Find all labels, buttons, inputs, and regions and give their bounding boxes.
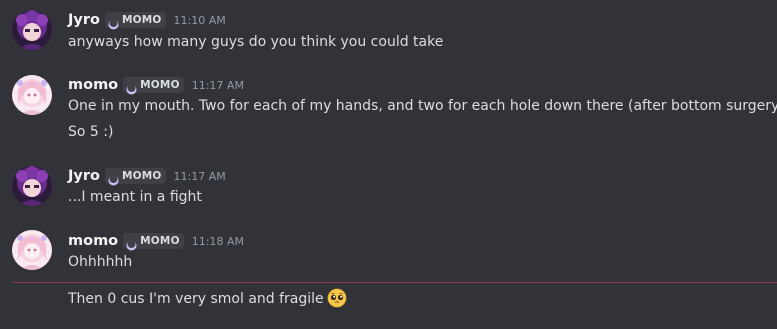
avatar[interactable] (12, 10, 52, 50)
message-header: momo MOMO 11:17 AM (68, 75, 244, 95)
timestamp[interactable]: 11:10 AM (174, 14, 226, 27)
message-header: Jyro MOMO 11:10 AM (68, 10, 226, 30)
server-tag[interactable]: MOMO (104, 12, 166, 29)
tag-label: MOMO (121, 14, 162, 26)
timestamp[interactable]: 11:17 AM (174, 170, 226, 183)
moon-icon (108, 171, 119, 185)
tag-label: MOMO (140, 79, 180, 91)
timestamp[interactable]: 11:18 AM (192, 235, 244, 248)
message-text: Then 0 cus I'm very smol and fragile (68, 288, 347, 308)
followup-text: Then 0 cus I'm very smol and fragile (68, 291, 324, 307)
message-header: momo MOMO 11:18 AM (68, 231, 244, 251)
moon-icon (126, 236, 137, 250)
message-header: Jyro MOMO 11:17 AM (68, 166, 226, 186)
message-text: So 5 :) (68, 124, 114, 140)
pleading-face-emoji (327, 288, 347, 308)
avatar[interactable] (12, 230, 52, 270)
message-text: One in my mouth. Two for each of my hand… (68, 98, 777, 114)
moon-icon (108, 15, 119, 29)
message-text: ...I meant in a fight (68, 189, 202, 205)
server-tag[interactable]: MOMO (123, 233, 184, 250)
username[interactable]: momo (68, 233, 118, 249)
chat-log: Jyro MOMO 11:10 AM anyways how many guys… (0, 0, 777, 329)
username[interactable]: Jyro (68, 168, 100, 184)
server-tag[interactable]: MOMO (123, 77, 184, 94)
tag-label: MOMO (140, 235, 180, 247)
message-text: Ohhhhhh (68, 254, 133, 270)
username[interactable]: momo (68, 77, 118, 93)
moon-icon (126, 80, 137, 94)
timestamp[interactable]: 11:17 AM (192, 79, 244, 92)
new-messages-divider (12, 282, 777, 283)
tag-label: MOMO (121, 170, 162, 182)
avatar[interactable] (12, 75, 52, 115)
message-text: anyways how many guys do you think you c… (68, 34, 444, 50)
server-tag[interactable]: MOMO (104, 168, 166, 185)
avatar[interactable] (12, 166, 52, 206)
username[interactable]: Jyro (68, 12, 100, 28)
